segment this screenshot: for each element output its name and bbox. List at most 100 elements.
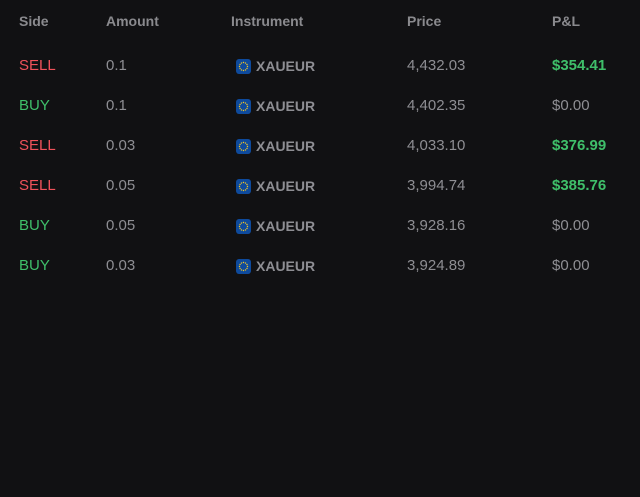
table-row[interactable]: SELL 0.03 XAUEUR 4,033.10 $376.99 (0, 126, 640, 166)
flag-star (246, 67, 248, 69)
amount-cell: 0.05 (106, 217, 136, 234)
flag-star (238, 65, 241, 67)
instrument-cell: XAUEUR (236, 97, 315, 115)
instrument-cell: XAUEUR (236, 137, 315, 155)
flag-star (240, 68, 243, 71)
flag-star (239, 183, 241, 185)
flag-star (246, 227, 248, 229)
eu-flag-icon (236, 258, 251, 274)
flag-star (238, 105, 241, 107)
flag-star (239, 263, 241, 265)
instrument-symbol: XAUEUR (256, 138, 316, 154)
flag-star (239, 63, 241, 65)
instrument-cell: XAUEUR (236, 257, 315, 275)
flag-star (238, 145, 241, 147)
flag-star (244, 261, 247, 264)
flag-star (239, 103, 241, 105)
flag-star (246, 105, 249, 107)
table-row[interactable]: SELL 0.1 XAUEUR 4,432.03 $354.41 (0, 46, 640, 86)
flag-star (240, 221, 243, 224)
flag-star (246, 63, 248, 65)
flag-star (246, 187, 248, 189)
instrument-symbol: XAUEUR (256, 58, 316, 74)
header-pnl[interactable]: P&L (552, 13, 580, 29)
flag-star (242, 101, 245, 103)
eu-flag-icon (236, 178, 251, 194)
side-cell: BUY (19, 217, 50, 234)
flag-star (242, 229, 245, 231)
flag-star (244, 101, 247, 104)
amount-cell: 0.05 (106, 177, 136, 194)
flag-star (239, 107, 241, 109)
pnl-cell: $385.76 (552, 177, 607, 194)
table-header: Side Amount Instrument Price P&L (0, 0, 640, 40)
flag-star (240, 228, 243, 231)
flag-star (239, 227, 241, 229)
flag-star (238, 185, 241, 187)
header-instrument[interactable]: Instrument (231, 13, 303, 29)
flag-star (246, 263, 248, 265)
pnl-cell: $0.00 (552, 97, 590, 114)
instrument-cell: XAUEUR (236, 217, 315, 235)
flag-star (242, 189, 245, 191)
price-cell: 3,924.89 (407, 257, 466, 274)
flag-star (240, 188, 243, 191)
amount-cell: 0.03 (106, 137, 136, 154)
flag-star (238, 225, 241, 227)
flag-star (244, 188, 247, 191)
table-row[interactable]: BUY 0.1 XAUEUR 4,402.35 $0.00 (0, 86, 640, 126)
header-amount[interactable]: Amount (106, 13, 159, 29)
flag-star (242, 221, 245, 223)
instrument-symbol: XAUEUR (256, 218, 316, 234)
flag-star (240, 261, 243, 264)
eu-flag-icon (236, 98, 251, 114)
table-row[interactable]: SELL 0.05 XAUEUR 3,994.74 $385.76 (0, 166, 640, 206)
flag-star (244, 228, 247, 231)
eu-flag-icon (236, 218, 251, 234)
amount-cell: 0.03 (106, 257, 136, 274)
flag-star (239, 147, 241, 149)
flag-star (240, 268, 243, 271)
flag-star (238, 265, 241, 267)
flag-star (244, 61, 247, 64)
instrument-cell: XAUEUR (236, 57, 315, 75)
flag-star (240, 181, 243, 184)
instrument-cell: XAUEUR (236, 177, 315, 195)
pnl-cell: $0.00 (552, 217, 590, 234)
side-cell: SELL (19, 57, 56, 74)
flag-star (240, 141, 243, 144)
flag-star (246, 223, 248, 225)
side-cell: BUY (19, 257, 50, 274)
header-side[interactable]: Side (19, 13, 49, 29)
flag-star (239, 223, 241, 225)
pnl-cell: $376.99 (552, 137, 607, 154)
flag-star (246, 107, 248, 109)
side-cell: SELL (19, 177, 56, 194)
flag-star (242, 261, 245, 263)
flag-star (242, 269, 245, 271)
flag-star (240, 148, 243, 151)
header-price[interactable]: Price (407, 13, 441, 29)
flag-star (239, 187, 241, 189)
flag-star (244, 268, 247, 271)
instrument-symbol: XAUEUR (256, 98, 316, 114)
flag-star (246, 65, 249, 67)
flag-star (246, 143, 248, 145)
flag-star (246, 185, 249, 187)
flag-star (239, 267, 241, 269)
flag-star (242, 181, 245, 183)
side-cell: BUY (19, 97, 50, 114)
flag-star (242, 69, 245, 71)
price-cell: 4,432.03 (407, 57, 466, 74)
amount-cell: 0.1 (106, 57, 127, 74)
flag-star (240, 101, 243, 104)
flag-star (246, 267, 248, 269)
flag-star (244, 221, 247, 224)
flag-star (239, 67, 241, 69)
flag-star (240, 108, 243, 111)
table-row[interactable]: BUY 0.05 XAUEUR 3,928.16 $0.00 (0, 206, 640, 246)
side-cell: SELL (19, 137, 56, 154)
flag-star (244, 108, 247, 111)
flag-star (246, 145, 249, 147)
table-row[interactable]: BUY 0.03 XAUEUR 3,924.89 $0.00 (0, 246, 640, 286)
